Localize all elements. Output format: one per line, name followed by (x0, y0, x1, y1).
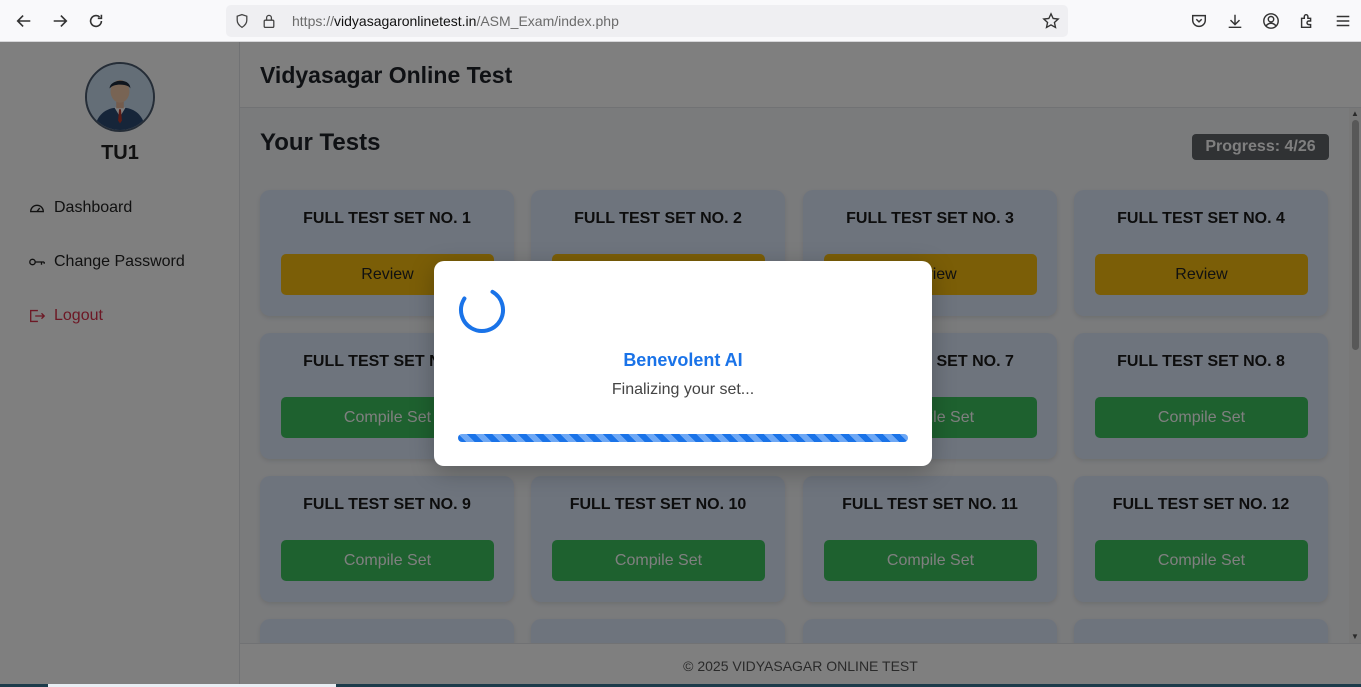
lock-icon (263, 14, 275, 29)
extensions-icon[interactable] (1289, 5, 1325, 37)
browser-toolbar: https://vidyasagaronlinetest.in/ASM_Exam… (0, 0, 1361, 42)
reload-icon[interactable] (78, 5, 114, 37)
back-icon[interactable] (6, 5, 42, 37)
modal-progress-bar (458, 434, 908, 442)
modal-title: Benevolent AI (623, 350, 743, 370)
bookmark-star-icon[interactable] (1042, 12, 1060, 30)
pocket-icon[interactable] (1181, 5, 1217, 37)
url-text: https://vidyasagaronlinetest.in/ASM_Exam… (292, 13, 619, 29)
shield-icon (236, 13, 248, 29)
loading-modal: Benevolent AI Finalizing your set... (434, 261, 932, 466)
modal-message: Finalizing your set... (611, 381, 755, 398)
download-icon[interactable] (1217, 5, 1253, 37)
address-bar[interactable]: https://vidyasagaronlinetest.in/ASM_Exam… (226, 5, 1068, 37)
menu-icon[interactable] (1325, 5, 1361, 37)
spinner-icon (459, 287, 505, 333)
account-icon[interactable] (1253, 5, 1289, 37)
forward-icon[interactable] (42, 5, 78, 37)
